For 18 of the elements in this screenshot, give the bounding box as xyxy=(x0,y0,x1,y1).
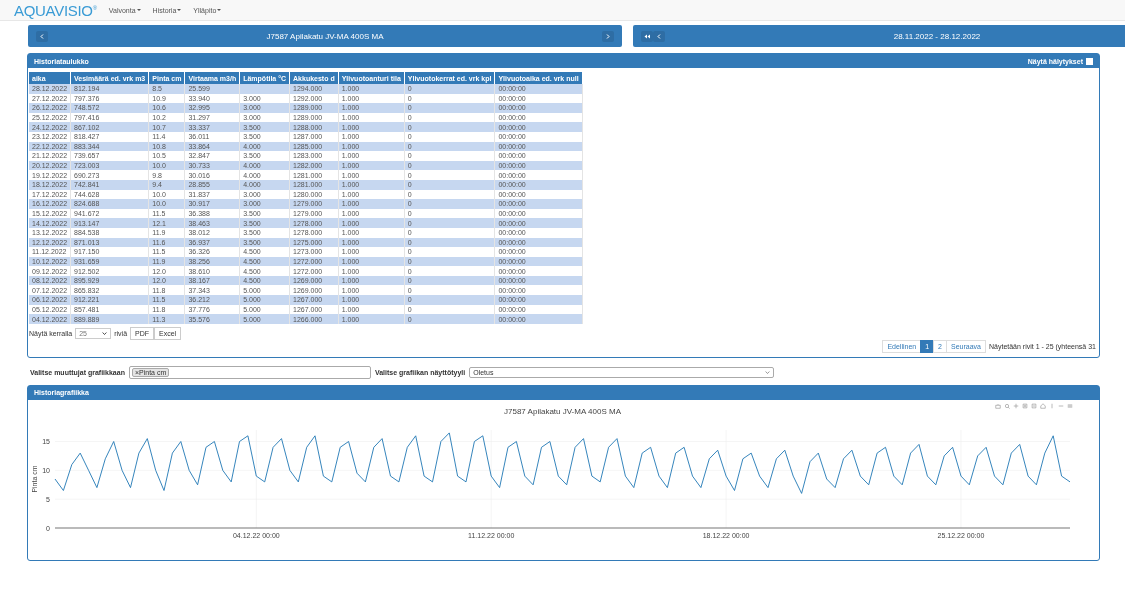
zoom-icon[interactable] xyxy=(1004,402,1010,409)
chevron-right-icon xyxy=(606,33,610,39)
previous-button[interactable] xyxy=(653,30,665,42)
chevron-down-icon xyxy=(102,330,108,336)
chevron-left-icon xyxy=(657,33,661,39)
logo[interactable]: AQUAVISIO$^{®}$ xyxy=(14,1,97,19)
next-button[interactable] xyxy=(602,30,614,42)
chevron-down-icon xyxy=(765,369,771,375)
date-range: 28.11.2022 - 28.12.2022 xyxy=(892,31,982,41)
previous-button[interactable] xyxy=(36,30,48,42)
chart-title: J7587 Apilakatu JV-MA 400S MA xyxy=(504,406,621,416)
site-title: J7587 Apilakatu JV-MA 400S MA xyxy=(265,31,385,41)
pan-icon[interactable] xyxy=(1013,402,1019,409)
alarm-checkbox[interactable] xyxy=(1086,57,1093,65)
first-button[interactable] xyxy=(641,30,653,42)
chevron-left-icon xyxy=(40,33,44,39)
rewind-icon xyxy=(644,33,650,39)
home-icon[interactable] xyxy=(1040,402,1046,409)
